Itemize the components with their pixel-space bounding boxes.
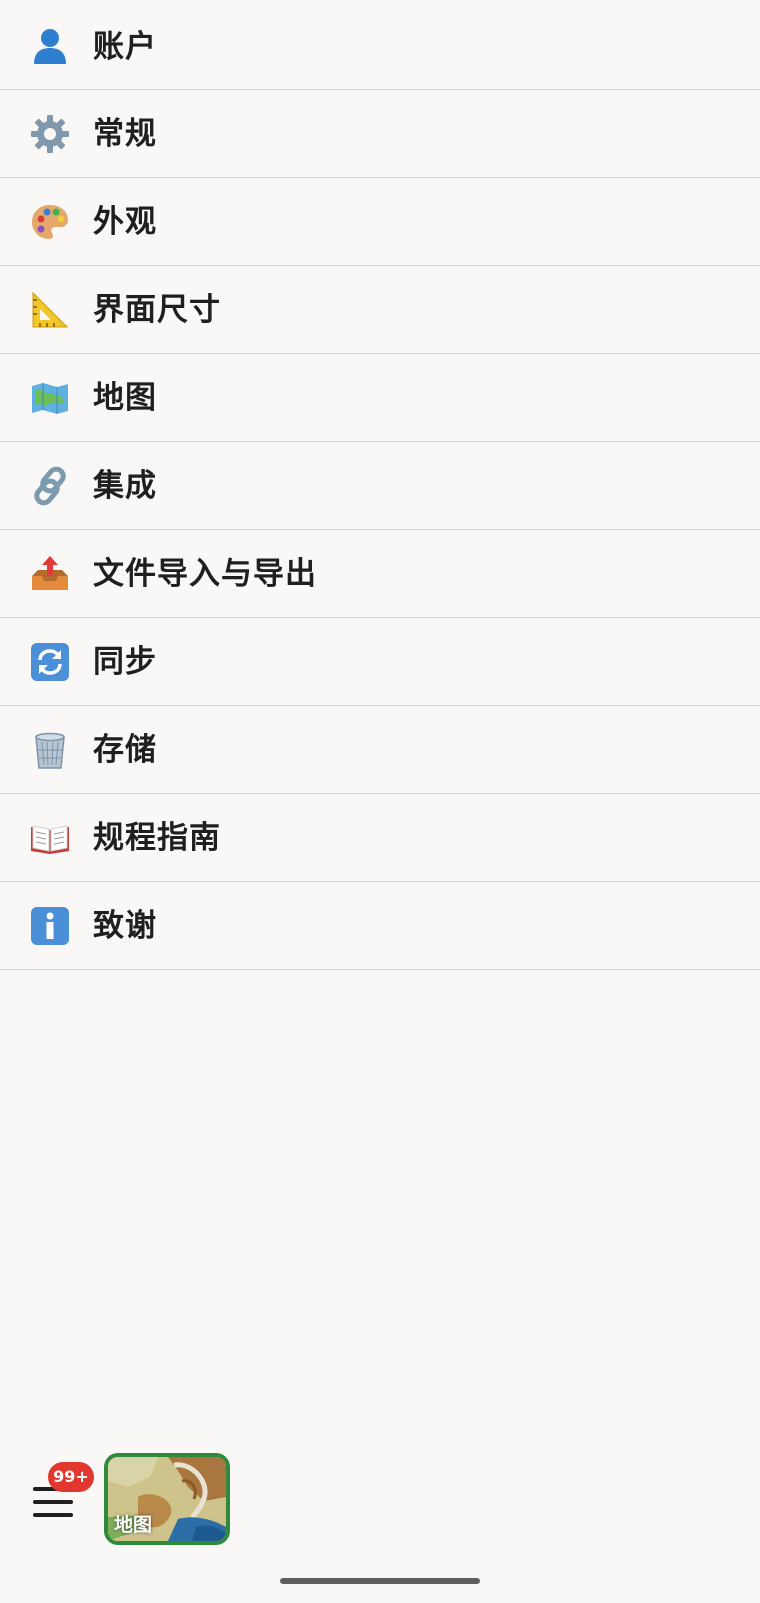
menu-item-label: 同步 xyxy=(93,644,157,680)
menu-item-general[interactable]: 常规 xyxy=(0,90,760,178)
menu-item-appearance[interactable]: 外观 xyxy=(0,178,760,266)
menu-item-label: 集成 xyxy=(93,468,157,504)
map-tile-label: 地图 xyxy=(114,1514,153,1536)
outbox-tray-icon xyxy=(30,554,70,594)
map-layer-tile[interactable]: 地图 xyxy=(104,1453,230,1545)
menu-item-label: 致谢 xyxy=(93,908,157,944)
menu-item-label: 界面尺寸 xyxy=(93,292,221,328)
wastebasket-icon xyxy=(30,730,70,770)
menu-item-label: 地图 xyxy=(93,380,157,416)
gear-icon xyxy=(30,114,70,154)
open-book-icon xyxy=(30,818,70,858)
notification-badge: 99+ xyxy=(48,1462,94,1492)
menu-item-storage[interactable]: 存储 xyxy=(0,706,760,794)
menu-item-label: 常规 xyxy=(93,116,157,152)
person-icon xyxy=(30,26,70,66)
menu-item-procedure-guide[interactable]: 规程指南 xyxy=(0,794,760,882)
menu-item-map[interactable]: 地图 xyxy=(0,354,760,442)
sync-arrows-icon xyxy=(30,642,70,682)
menu-item-label: 文件导入与导出 xyxy=(93,556,317,592)
menu-item-acknowledgements[interactable]: 致谢 xyxy=(0,882,760,970)
menu-item-account[interactable]: 账户 xyxy=(0,0,760,90)
palette-icon xyxy=(30,202,70,242)
menu-item-label: 存储 xyxy=(93,732,157,768)
link-icon xyxy=(30,466,70,506)
map-icon xyxy=(30,378,70,418)
settings-menu: 账户 常规 外观 界面尺寸 地图 集成 文件导入与导出 同步 存储 规程指南 致… xyxy=(0,0,760,970)
information-icon xyxy=(30,906,70,946)
menu-item-file-import-export[interactable]: 文件导入与导出 xyxy=(0,530,760,618)
menu-item-interface-size[interactable]: 界面尺寸 xyxy=(0,266,760,354)
menu-item-sync[interactable]: 同步 xyxy=(0,618,760,706)
menu-item-label: 规程指南 xyxy=(93,820,221,856)
home-indicator[interactable] xyxy=(280,1578,480,1584)
ruler-icon xyxy=(30,290,70,330)
menu-item-integrations[interactable]: 集成 xyxy=(0,442,760,530)
menu-item-label: 账户 xyxy=(93,29,157,65)
menu-item-label: 外观 xyxy=(93,204,157,240)
